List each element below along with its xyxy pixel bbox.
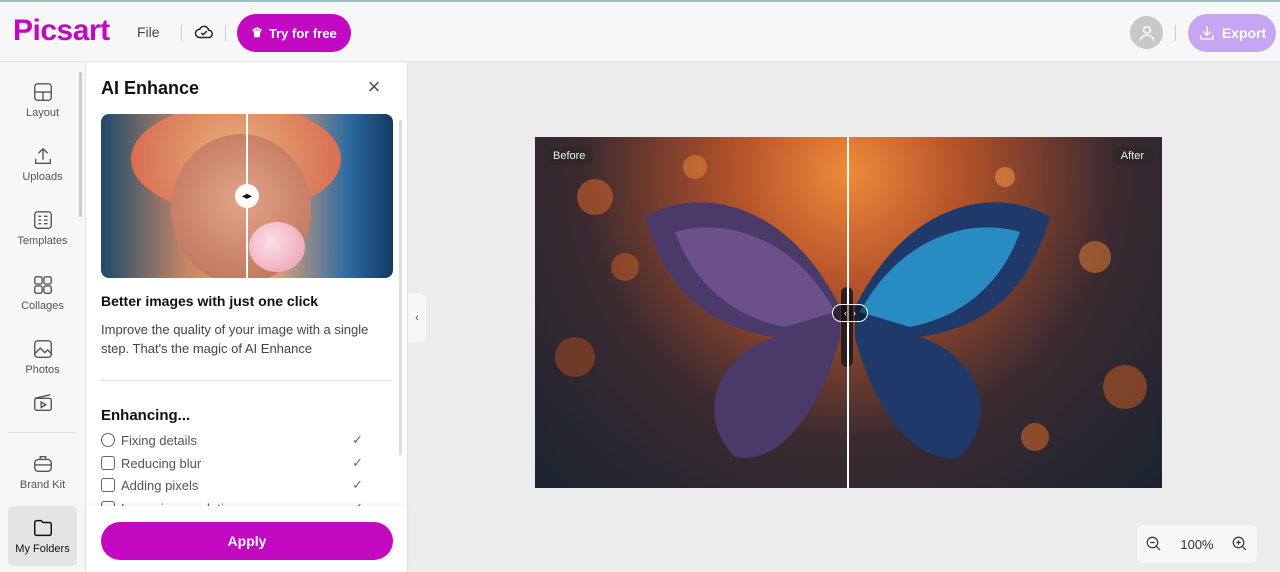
step-adding-pixels: Adding pixels ✓ — [101, 475, 363, 495]
step-label: Fixing details — [121, 432, 197, 448]
canvas-image[interactable]: Before After ‹ › — [535, 137, 1162, 488]
label: Layout — [25, 107, 60, 119]
step-fixing-details: Fixing details ✓ — [101, 430, 363, 450]
sidebar-item-templates[interactable]: Templates — [8, 198, 77, 258]
chevron-left-icon: ‹ — [844, 308, 847, 318]
sidebar-item-uploads[interactable]: Uploads — [8, 134, 77, 194]
panel-title: AI Enhance — [101, 78, 200, 98]
export-button[interactable]: Export — [1188, 14, 1276, 52]
divider — [1175, 25, 1176, 41]
export-label: Export — [1221, 25, 1267, 41]
upload-icon — [34, 147, 51, 165]
zoom-level: 100% — [1180, 536, 1214, 552]
panel-footer: Apply — [86, 506, 407, 572]
sidebar: Layout Uploads Templates Collages Photos… — [0, 62, 86, 572]
check-icon: ✓ — [352, 432, 363, 447]
video-icon — [33, 393, 52, 411]
pixels-icon — [101, 478, 115, 492]
zoom-in-icon[interactable] — [1231, 535, 1249, 553]
panel-description: Improve the quality of your image with a… — [101, 322, 369, 356]
divider — [8, 432, 76, 433]
folder-icon — [33, 519, 52, 537]
divider — [181, 25, 182, 41]
panel-subtitle: Better images with just one click — [101, 293, 319, 309]
label: My Folders — [15, 543, 70, 555]
face-icon — [101, 433, 115, 447]
file-menu[interactable]: File — [137, 24, 160, 40]
divider — [101, 380, 392, 381]
sidebar-item-brand-kit[interactable]: Brand Kit — [8, 442, 77, 502]
collages-icon — [33, 276, 52, 294]
sidebar-item-my-folders[interactable]: My Folders — [8, 506, 77, 566]
check-icon: ✓ — [352, 477, 363, 492]
sidebar-item-photos[interactable]: Photos — [8, 327, 77, 387]
close-icon[interactable]: × — [364, 76, 384, 98]
panel-scrollbar[interactable] — [399, 120, 402, 455]
top-bar: Picsart File ♛ Try for free Export — [0, 0, 1280, 62]
compare-handle-icon[interactable]: ◂▸ — [235, 184, 259, 208]
divider — [225, 25, 226, 41]
check-icon: ✓ — [352, 455, 363, 470]
sidebar-item-layout[interactable]: Layout — [8, 70, 77, 130]
sidebar-scrollbar[interactable] — [79, 72, 82, 217]
step-label: Adding pixels — [121, 477, 199, 493]
chevron-right-icon: › — [853, 308, 856, 318]
picsart-logo[interactable]: Picsart — [13, 14, 110, 48]
layout-icon — [33, 83, 52, 101]
try-for-free-button[interactable]: ♛ Try for free — [237, 14, 351, 52]
label: Collages — [21, 300, 64, 312]
sidebar-item-collages[interactable]: Collages — [8, 263, 77, 323]
step-label: Reducing blur — [121, 455, 202, 471]
apply-button[interactable]: Apply — [101, 522, 393, 560]
avatar[interactable] — [1130, 16, 1163, 49]
compare-slider-handle[interactable]: ‹ › — [832, 304, 868, 322]
photos-icon — [33, 340, 52, 358]
enhancing-heading: Enhancing... — [101, 407, 191, 424]
after-label: After — [1111, 147, 1153, 165]
try-label: Try for free — [268, 25, 337, 41]
step-reducing-blur: Reducing blur ✓ — [101, 453, 363, 473]
ai-enhance-panel: AI Enhance × ◂▸ Better images with just … — [86, 62, 408, 572]
zoom-out-icon[interactable] — [1145, 535, 1163, 553]
label: Uploads — [22, 171, 63, 183]
brand-kit-icon — [33, 455, 52, 473]
sidebar-item-video[interactable] — [8, 382, 77, 422]
before-after-preview-image: ◂▸ — [101, 114, 393, 278]
collapse-panel-button[interactable]: ‹ — [408, 293, 426, 343]
crown-icon: ♛ — [251, 25, 263, 40]
label: Templates — [17, 235, 68, 247]
zoom-controls: 100% — [1137, 525, 1257, 563]
label: Brand Kit — [19, 479, 66, 491]
blur-icon — [101, 456, 115, 470]
bubble-gum — [249, 222, 305, 272]
cloud-saved-icon[interactable] — [193, 21, 215, 43]
user-icon — [1139, 25, 1154, 41]
label: Photos — [25, 364, 60, 376]
before-label: Before — [544, 147, 595, 165]
download-icon — [1200, 26, 1214, 40]
templates-icon — [33, 211, 52, 229]
